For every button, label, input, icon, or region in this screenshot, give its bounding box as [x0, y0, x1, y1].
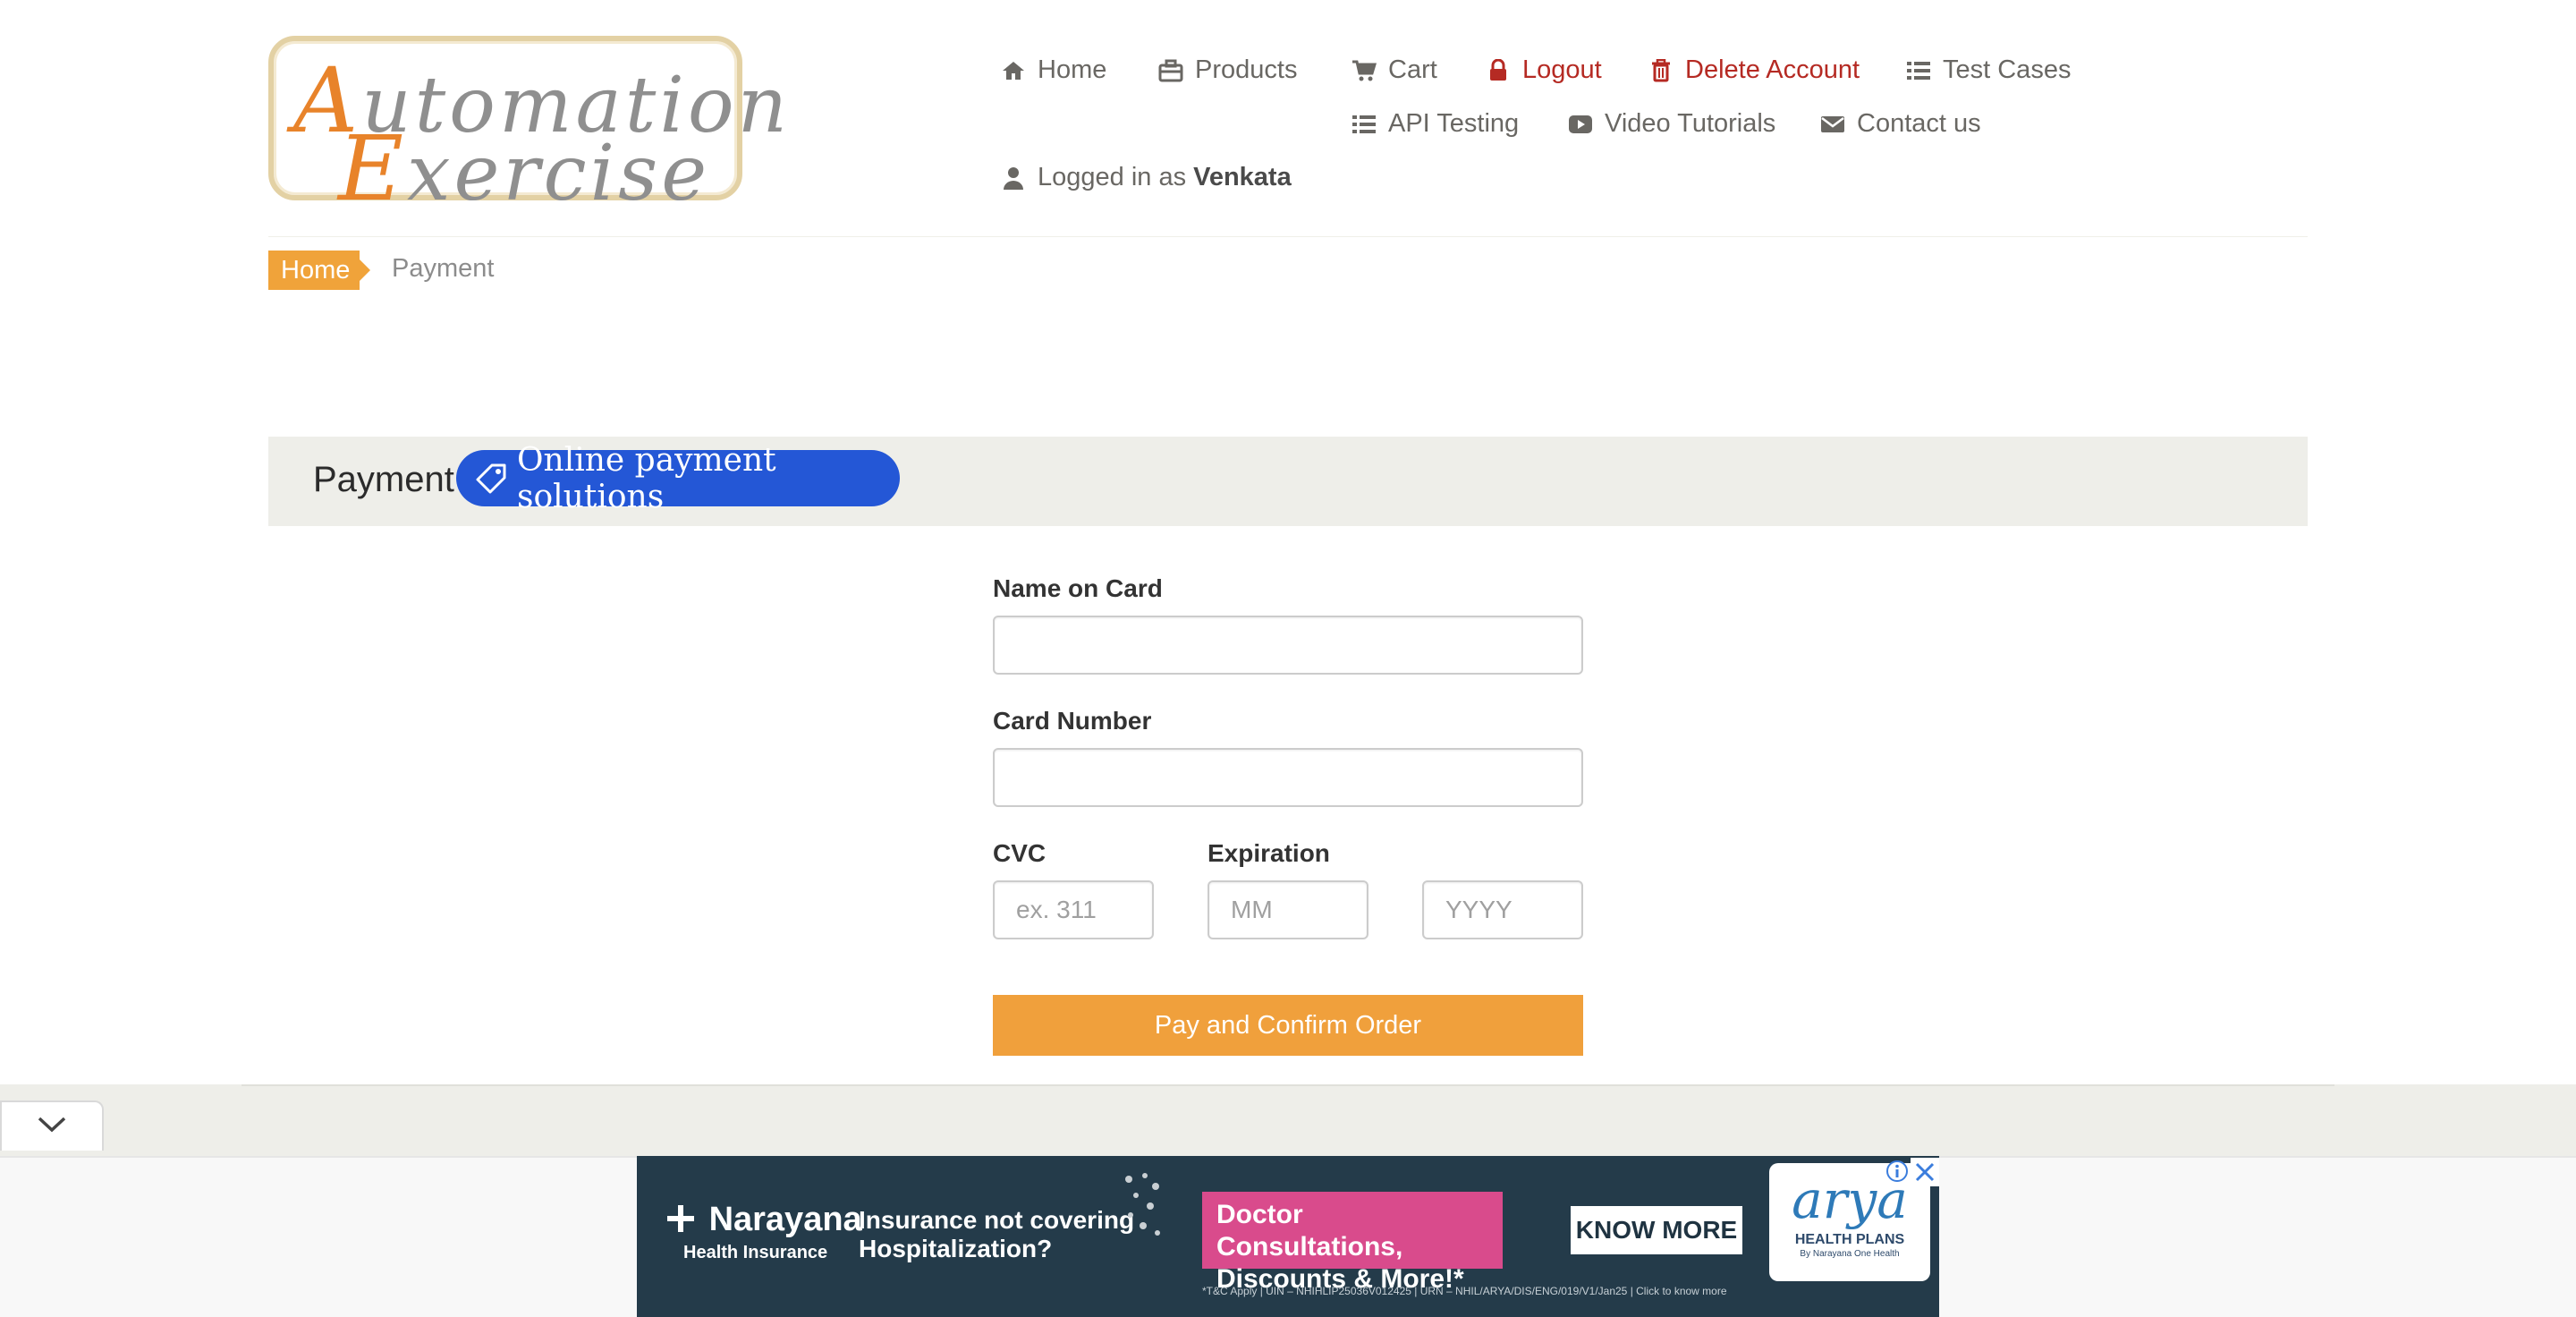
card-number-input[interactable]: [993, 748, 1583, 807]
logo-line-2: Exercise: [338, 116, 711, 221]
ad-offer: Doctor Consultations, Discounts & More!*: [1202, 1192, 1503, 1294]
nav-delete-account-label: Delete Account: [1685, 55, 1860, 84]
logged-in-status: Logged in as Venkata: [1000, 163, 1292, 192]
logged-in-label: Logged in as: [1038, 163, 1187, 191]
cvc-input[interactable]: [993, 880, 1154, 939]
nav-test-cases-label: Test Cases: [1943, 55, 2072, 84]
ad-info-icon[interactable]: [1885, 1160, 1909, 1183]
ad-question: Insurance not covering Hospitalization?: [859, 1206, 1134, 1263]
nav-products[interactable]: Products: [1157, 55, 1297, 85]
ad-brand-name: Narayana: [708, 1201, 862, 1238]
ad-chip-label: Online payment solutions: [517, 441, 776, 515]
youtube-icon: [1567, 111, 1594, 138]
nav-cart-label: Cart: [1388, 55, 1437, 84]
card-number-label: Card Number: [993, 707, 1152, 735]
nav-products-label: Products: [1195, 55, 1298, 84]
ad-offer-line-1: Doctor Consultations,: [1216, 1200, 1403, 1262]
user-icon: [1000, 165, 1027, 191]
expiry-year-input[interactable]: [1422, 880, 1583, 939]
ad-close-icon[interactable]: [1911, 1158, 1939, 1186]
banner-ad[interactable]: Narayana Health Insurance Insurance not …: [637, 1156, 1939, 1317]
nav-contact-us-label: Contact us: [1857, 109, 1981, 138]
envelope-icon: [1819, 111, 1846, 138]
ad-cta-button[interactable]: KNOW MORE: [1571, 1206, 1742, 1254]
ad-dots-graphic: [1125, 1173, 1160, 1236]
cart-icon: [1351, 57, 1377, 84]
nav-logout-label: Logout: [1522, 55, 1602, 84]
nav-contact-us[interactable]: Contact us: [1819, 109, 1981, 139]
ad-question-line-1: Insurance not covering: [859, 1206, 1135, 1234]
chevron-down-icon: [37, 1116, 67, 1138]
site-logo[interactable]: Automation Exercise: [268, 36, 787, 221]
nav-test-cases[interactable]: Test Cases: [1905, 55, 2071, 85]
tag-icon: [474, 462, 508, 496]
nav-home-label: Home: [1038, 55, 1107, 84]
expiry-month-input[interactable]: [1208, 880, 1368, 939]
nav-api-testing[interactable]: API Testing: [1351, 109, 1519, 139]
ad-question-line-2: Hospitalization?: [859, 1235, 1053, 1262]
nav-cart[interactable]: Cart: [1351, 55, 1437, 85]
nav-api-testing-label: API Testing: [1388, 109, 1520, 138]
expiration-label: Expiration: [1208, 839, 1330, 867]
nav-video-tutorials-label: Video Tutorials: [1605, 109, 1776, 138]
page-title: Payment: [313, 460, 454, 499]
name-on-card-label: Name on Card: [993, 574, 1163, 602]
ad-keyword-chip[interactable]: Online payment solutions: [456, 442, 900, 515]
breadcrumb-current: Payment: [392, 254, 495, 283]
cvc-label: CVC: [993, 839, 1046, 867]
ad-brand: Narayana Health Insurance: [665, 1201, 862, 1263]
list-icon: [1351, 111, 1377, 138]
ad-fine-print: *T&C Apply | UIN – NHIHLIP25036V012425 |…: [1202, 1285, 1727, 1297]
pay-and-confirm-button[interactable]: Pay and Confirm Order: [993, 995, 1583, 1056]
footer-band: [0, 1084, 2576, 1156]
ad-collapse-toggle[interactable]: [0, 1100, 104, 1151]
nav-logout[interactable]: Logout: [1485, 55, 1602, 85]
ad-partner-sub: HEALTH PLANS: [1794, 1232, 1905, 1247]
list-icon: [1905, 57, 1932, 84]
name-on-card-input[interactable]: [993, 616, 1583, 675]
username: Venkata: [1193, 163, 1292, 191]
nav-delete-account[interactable]: Delete Account: [1648, 55, 1860, 85]
nav-video-tutorials[interactable]: Video Tutorials: [1567, 109, 1775, 139]
ad-partner-tag: By Narayana One Health: [1800, 1249, 1900, 1259]
nav-home[interactable]: Home: [1000, 55, 1106, 85]
footer-divider: [242, 1084, 2334, 1086]
header-divider: [268, 236, 2308, 237]
trash-icon: [1648, 57, 1674, 84]
breadcrumb-home[interactable]: Home: [268, 251, 370, 290]
ad-brand-logo-icon: [665, 1201, 709, 1238]
home-icon: [1000, 57, 1027, 84]
ad-brand-sub: Health Insurance: [683, 1243, 828, 1262]
lock-icon: [1485, 57, 1512, 84]
briefcase-icon: [1157, 57, 1184, 84]
